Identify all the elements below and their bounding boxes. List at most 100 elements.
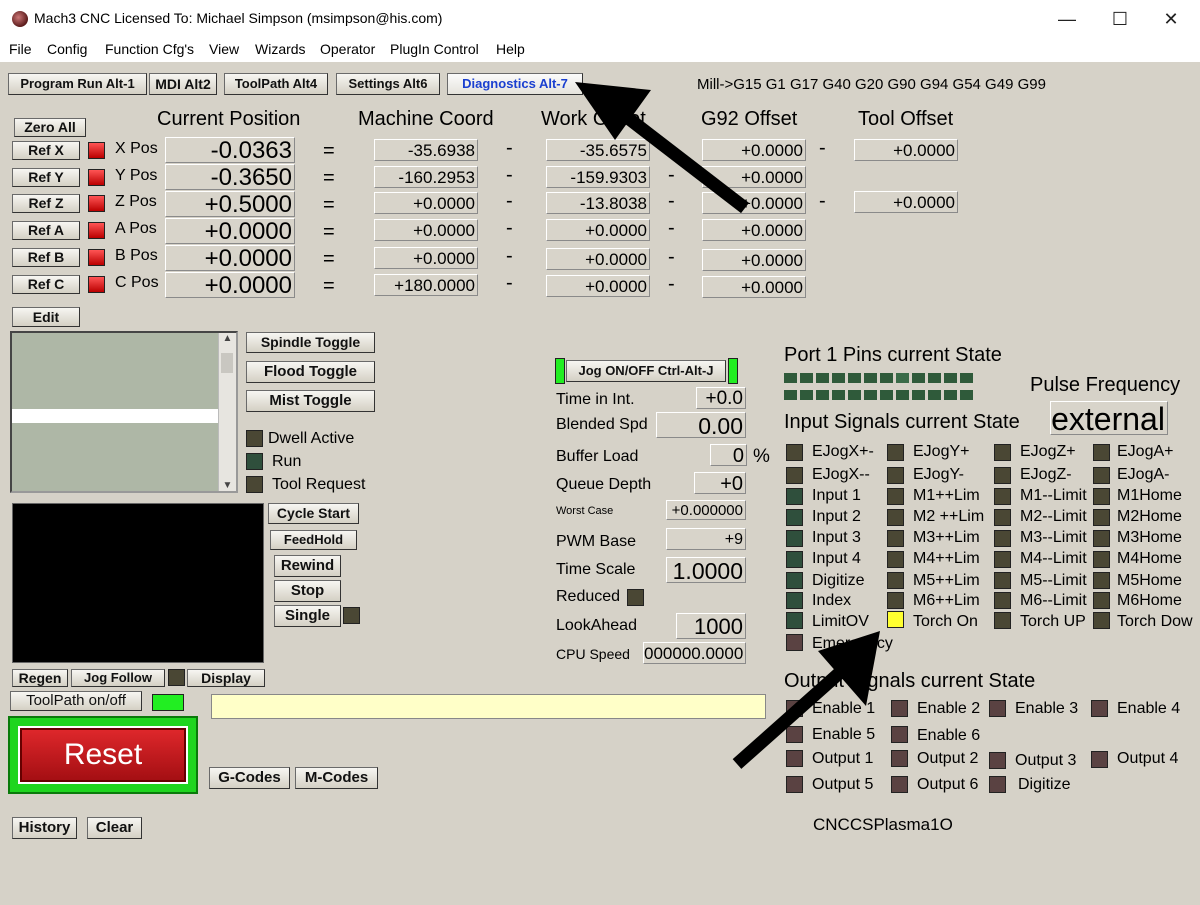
- ref-a-button[interactable]: Ref A: [12, 221, 80, 240]
- close-button[interactable]: ✕: [1148, 4, 1194, 34]
- feedhold-button[interactable]: FeedHold: [270, 530, 357, 550]
- scroll-thumb[interactable]: [221, 353, 233, 373]
- z-work-offset-dro[interactable]: -13.8038: [546, 192, 650, 214]
- signal-m6-minus-limit: M6--Limit: [1020, 592, 1087, 609]
- output-output-6: Output 6: [917, 776, 979, 793]
- clear-button[interactable]: Clear: [87, 817, 142, 839]
- a-position-dro[interactable]: +0.0000: [165, 218, 295, 245]
- cpu-speed-label: CPU Speed: [556, 646, 630, 662]
- gcodes-button[interactable]: G-Codes: [209, 767, 290, 789]
- z-g92-offset-dro[interactable]: +0.0000: [702, 192, 806, 214]
- signal-input-2: Input 2: [812, 508, 861, 525]
- maximize-button[interactable]: ☐: [1097, 4, 1143, 34]
- x-pos-label: X Pos: [115, 140, 158, 157]
- tab-settings[interactable]: Settings Alt6: [336, 73, 440, 95]
- stop-button[interactable]: Stop: [274, 580, 341, 602]
- a-work-offset-dro[interactable]: +0.0000: [546, 219, 650, 241]
- toolpath-onoff-button[interactable]: ToolPath on/off: [10, 691, 142, 711]
- mist-toggle-button[interactable]: Mist Toggle: [246, 390, 375, 412]
- c-machine-dro[interactable]: +180.0000: [374, 274, 478, 296]
- rewind-button[interactable]: Rewind: [274, 555, 341, 577]
- b-g92-offset-dro[interactable]: +0.0000: [702, 249, 806, 271]
- emergency-led: [786, 634, 803, 651]
- ref-x-button[interactable]: Ref X: [12, 141, 80, 160]
- reduced-led: [627, 589, 644, 606]
- window-title: Mach3 CNC Licensed To: Michael Simpson (…: [34, 10, 443, 26]
- c-g92-offset-dro[interactable]: +0.0000: [702, 276, 806, 298]
- regen-button[interactable]: Regen: [12, 669, 68, 687]
- menu-view[interactable]: View: [209, 41, 239, 57]
- single-button[interactable]: Single: [274, 605, 341, 627]
- y-position-dro[interactable]: -0.3650: [165, 164, 295, 191]
- b-pos-label: B Pos: [115, 247, 158, 264]
- ref-z-button[interactable]: Ref Z: [12, 194, 80, 213]
- reset-button[interactable]: Reset: [18, 726, 188, 784]
- minus-sign: -: [668, 190, 675, 212]
- y-g92-offset-dro[interactable]: +0.0000: [702, 166, 806, 188]
- menu-plugin-control[interactable]: PlugIn Control: [390, 41, 479, 57]
- time-in-int-label: Time in Int.: [556, 391, 635, 408]
- a-g92-offset-dro[interactable]: +0.0000: [702, 219, 806, 241]
- toolpath-display[interactable]: [12, 503, 264, 663]
- ref-c-button[interactable]: Ref C: [12, 275, 80, 294]
- signal-limitov: LimitOV: [812, 613, 869, 630]
- gcode-listing[interactable]: ▲ ▼: [10, 331, 238, 493]
- signal-ejogz-plus: EJogZ+: [1020, 443, 1076, 460]
- b-position-dro[interactable]: +0.0000: [165, 245, 295, 272]
- c-ref-led: [88, 276, 105, 293]
- a-ref-led: [88, 222, 105, 239]
- listing-scrollbar[interactable]: ▲ ▼: [218, 333, 236, 491]
- zero-all-button[interactable]: Zero All: [14, 118, 86, 137]
- b-machine-dro[interactable]: +0.0000: [374, 247, 478, 269]
- x-g92-offset-dro[interactable]: +0.0000: [702, 139, 806, 161]
- history-button[interactable]: History: [12, 817, 77, 839]
- buffer-load-unit: %: [753, 446, 770, 467]
- x-position-dro[interactable]: -0.0363: [165, 137, 295, 164]
- ref-b-button[interactable]: Ref B: [12, 248, 80, 267]
- jog-follow-button[interactable]: Jog Follow: [71, 669, 165, 687]
- lookahead-label: LookAhead: [556, 617, 637, 634]
- ref-y-button[interactable]: Ref Y: [12, 168, 80, 187]
- tab-toolpath[interactable]: ToolPath Alt4: [224, 73, 328, 95]
- menu-config[interactable]: Config: [47, 41, 87, 57]
- flood-toggle-button[interactable]: Flood Toggle: [246, 361, 375, 383]
- z-tool-offset-dro[interactable]: +0.0000: [854, 191, 958, 213]
- c-position-dro[interactable]: +0.0000: [165, 272, 295, 299]
- b-work-offset-dro[interactable]: +0.0000: [546, 248, 650, 270]
- jog-onoff-button[interactable]: Jog ON/OFF Ctrl-Alt-J: [566, 360, 726, 382]
- display-button[interactable]: Display: [187, 669, 265, 687]
- tab-diagnostics[interactable]: Diagnostics Alt-7: [447, 73, 583, 95]
- input-signals-title: Input Signals current State: [784, 411, 1020, 433]
- scroll-down-icon[interactable]: ▼: [219, 480, 236, 491]
- menu-operator[interactable]: Operator: [320, 41, 375, 57]
- minus-sign: -: [506, 217, 513, 239]
- signal-ejoga-minus: EJogA-: [1117, 466, 1170, 483]
- scroll-up-icon[interactable]: ▲: [219, 333, 236, 344]
- c-work-offset-dro[interactable]: +0.0000: [546, 275, 650, 297]
- x-work-offset-dro[interactable]: -35.6575: [546, 139, 650, 161]
- tab-mdi[interactable]: MDI Alt2: [149, 73, 217, 95]
- tab-program-run[interactable]: Program Run Alt-1: [8, 73, 147, 95]
- x-machine-dro[interactable]: -35.6938: [374, 139, 478, 161]
- a-machine-dro[interactable]: +0.0000: [374, 219, 478, 241]
- signal-ejogy-minus: EJogY-: [913, 466, 964, 483]
- status-message-bar: [211, 694, 766, 719]
- y-work-offset-dro[interactable]: -159.9303: [546, 166, 650, 188]
- z-machine-dro[interactable]: +0.0000: [374, 192, 478, 214]
- menu-wizards[interactable]: Wizards: [255, 41, 306, 57]
- menu-function-cfgs[interactable]: Function Cfg's: [105, 41, 194, 57]
- mcodes-button[interactable]: M-Codes: [295, 767, 378, 789]
- menu-file[interactable]: File: [9, 41, 32, 57]
- edit-button[interactable]: Edit: [12, 307, 80, 327]
- minimize-button[interactable]: —: [1044, 4, 1090, 34]
- cycle-start-button[interactable]: Cycle Start: [268, 503, 359, 524]
- z-position-dro[interactable]: +0.5000: [165, 191, 295, 218]
- x-tool-offset-dro[interactable]: +0.0000: [854, 139, 958, 161]
- queue-depth-label: Queue Depth: [556, 476, 652, 493]
- tool-request-label: Tool Request: [272, 476, 366, 493]
- spindle-toggle-button[interactable]: Spindle Toggle: [246, 332, 375, 353]
- menu-help[interactable]: Help: [496, 41, 525, 57]
- signal-ejogx-plus: EJogX+-: [812, 443, 874, 460]
- y-machine-dro[interactable]: -160.2953: [374, 166, 478, 188]
- signal-digitize: Digitize: [812, 572, 865, 589]
